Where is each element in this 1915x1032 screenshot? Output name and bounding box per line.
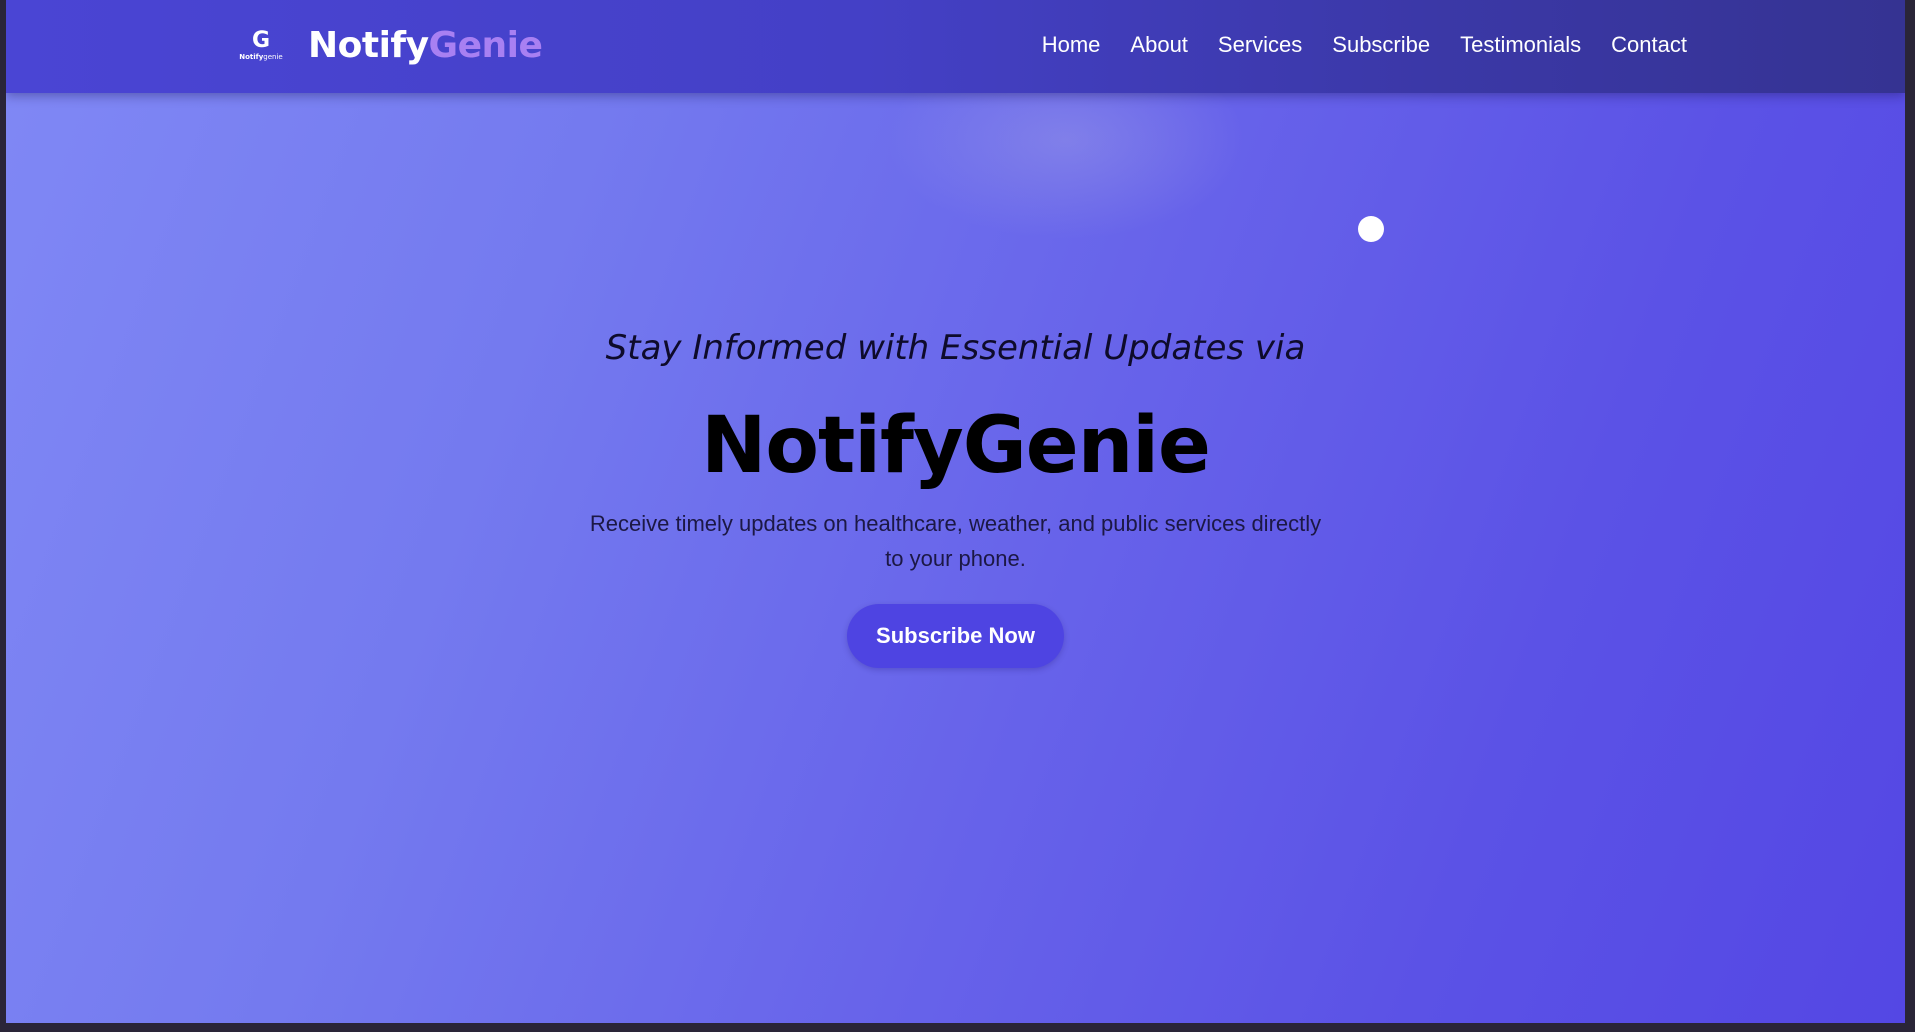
decorative-dot xyxy=(1358,216,1384,242)
nav-link-home[interactable]: Home xyxy=(1042,28,1101,62)
page-viewport: G Notifygenie NotifyGenie Home About Ser… xyxy=(6,0,1905,1023)
hero-section: Stay Informed with Essential Updates via… xyxy=(6,320,1905,668)
subscribe-now-button[interactable]: Subscribe Now xyxy=(847,604,1064,668)
nav-link-services[interactable]: Services xyxy=(1218,28,1302,62)
nav-link-about[interactable]: About xyxy=(1130,28,1188,62)
nav-link-subscribe[interactable]: Subscribe xyxy=(1332,28,1430,62)
navbar: G Notifygenie NotifyGenie Home About Ser… xyxy=(6,0,1905,93)
brand[interactable]: G Notifygenie NotifyGenie xyxy=(228,18,543,74)
logo-subtext: Notifygenie xyxy=(239,53,282,62)
logo-subtext-bold: Notify xyxy=(239,53,264,61)
nav-menu: Home About Services Subscribe Testimonia… xyxy=(1042,28,1687,62)
logo-subtext-rest: genie xyxy=(263,53,283,61)
brand-name-part2: Genie xyxy=(428,25,543,66)
logo-icon[interactable]: G Notifygenie xyxy=(228,18,294,74)
brand-name[interactable]: NotifyGenie xyxy=(308,18,543,74)
logo-letter: G xyxy=(251,28,271,53)
hero-description: Receive timely updates on healthcare, we… xyxy=(589,511,1322,571)
brand-name-part1: Notify xyxy=(308,25,429,66)
nav-link-contact[interactable]: Contact xyxy=(1611,28,1687,62)
hero-tagline: Stay Informed with Essential Updates via xyxy=(605,328,1306,368)
hero-title: NotifyGenie xyxy=(701,401,1211,491)
nav-link-testimonials[interactable]: Testimonials xyxy=(1460,28,1581,62)
